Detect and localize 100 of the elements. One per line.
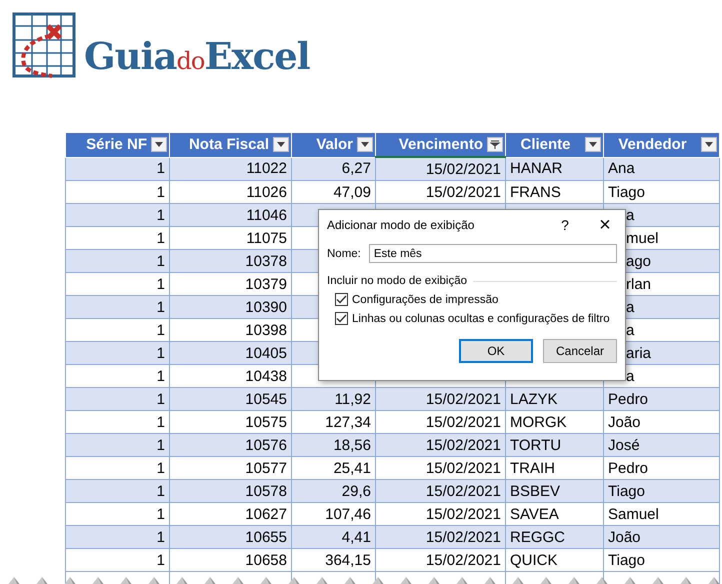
table-cell: José — [608, 436, 640, 454]
column-header: Valor — [292, 133, 376, 157]
table-cell: 18,56 — [333, 436, 371, 454]
table-cell: HANAR — [510, 160, 563, 178]
table-cell: Pedro — [608, 390, 648, 408]
table-cell-text: a — [625, 368, 634, 384]
group-label: Incluir no modo de exibição — [327, 275, 467, 287]
table-cell: 1 — [156, 276, 165, 292]
table-cell: 1 — [156, 436, 165, 454]
logo-text: Excel — [204, 34, 310, 78]
table-cell: Tiago — [608, 552, 645, 568]
table-cell: 10398 — [245, 322, 287, 338]
checkbox-label: Linhas ou colunas ocultas e configurações de filtro — [352, 312, 610, 324]
column-header: Cliente — [506, 133, 604, 157]
caret-icon — [155, 142, 163, 148]
column-header: Nota Fiscal — [170, 133, 292, 157]
table-cell-text: ago — [625, 252, 652, 270]
table-cell: 10658 — [245, 552, 287, 568]
table-cell: Ana — [608, 160, 635, 178]
checkbox-label: Configurações de impressão — [352, 294, 498, 306]
table-cell: MORGK — [510, 414, 567, 430]
table-cell: 15/02/2021 — [426, 552, 501, 568]
table-cell: 1 — [156, 368, 165, 384]
table-cell: 10379 — [245, 276, 287, 292]
table-cell: 1 — [156, 206, 165, 224]
name-field[interactable]: Este mês — [368, 244, 617, 263]
table-cell: 1 — [156, 184, 165, 200]
table-cell: 127,34 — [325, 414, 371, 430]
dropdown-button[interactable] — [357, 137, 373, 152]
table-cell: REGGC — [510, 528, 566, 546]
ok-button[interactable]: OK — [459, 339, 533, 363]
table-cell: 10390 — [245, 298, 287, 316]
column-header: Série NF — [66, 133, 170, 157]
logo-text: do — [176, 47, 204, 75]
table-cell: 15/02/2021 — [426, 460, 501, 476]
table-cell: 15/02/2021 — [426, 436, 501, 454]
table-cell: 15/02/2021 — [426, 160, 501, 178]
table-cell-text: a — [625, 298, 634, 316]
spreadsheet-logo-icon — [12, 12, 78, 80]
table-cell: 11046 — [246, 206, 287, 224]
table-cell: 1 — [156, 552, 165, 568]
dropdown-button[interactable] — [273, 137, 289, 152]
table-cell-text: aria — [625, 344, 652, 362]
close-button[interactable]: × — [585, 210, 625, 240]
table-cell: 1 — [156, 322, 165, 338]
table-cell: QUICK — [510, 552, 558, 568]
table-cell: 364,15 — [325, 552, 371, 568]
filter-icon — [490, 140, 500, 150]
table-cell: 10378 — [245, 252, 287, 270]
table-cell: TORTU — [510, 436, 562, 454]
table-cell: 10577 — [245, 460, 287, 476]
table-cell: 6,27 — [342, 160, 371, 178]
table-cell: Samuel — [608, 506, 659, 522]
checkbox[interactable] — [335, 293, 348, 306]
table-cell: 1 — [156, 298, 165, 316]
table-cell: 11075 — [246, 230, 287, 246]
dialog-title: Adicionar modo de exibição — [327, 218, 476, 232]
table-cell: 10405 — [245, 344, 287, 362]
table-cell: 15/02/2021 — [426, 482, 501, 500]
checkbox[interactable] — [335, 312, 348, 325]
table-cell: BSBEV — [510, 482, 560, 500]
table-cell: 1 — [156, 390, 165, 408]
filter-button[interactable] — [487, 137, 503, 152]
table-cell: 1 — [156, 160, 165, 178]
table-cell: 1 — [156, 506, 165, 522]
caret-icon — [361, 142, 369, 148]
table-cell: 11022 — [246, 160, 287, 178]
table-cell: 25,41 — [333, 460, 371, 476]
table-cell: Tiago — [608, 184, 645, 200]
table-cell: 1 — [156, 252, 165, 270]
table-cell: 1 — [156, 414, 165, 430]
table-cell-text: a — [625, 206, 634, 224]
table-cell: 10575 — [245, 414, 287, 430]
table-cell: 15/02/2021 — [426, 506, 501, 522]
help-button[interactable]: ? — [545, 210, 585, 240]
table-cell-text: a — [625, 322, 634, 338]
column-header: Vencimento — [376, 133, 506, 157]
dropdown-button[interactable] — [701, 137, 717, 152]
dropdown-button[interactable] — [151, 137, 167, 152]
caret-icon — [277, 142, 285, 148]
dropdown-button[interactable] — [585, 137, 601, 152]
column-header: Vendedor — [604, 133, 720, 157]
table-cell: TRAIH — [510, 460, 555, 476]
table-cell: 1 — [156, 344, 165, 362]
table-cell-text: muel — [625, 230, 659, 246]
table-cell: 15/02/2021 — [426, 414, 501, 430]
table-cell: 15/02/2021 — [426, 390, 501, 408]
table-cell: 4,41 — [342, 528, 371, 546]
table-cell: 1 — [156, 482, 165, 500]
cancel-button[interactable]: Cancelar — [543, 339, 617, 363]
table-cell: 10627 — [245, 506, 287, 522]
table-cell: 47,09 — [333, 184, 371, 200]
table-cell: SAVEA — [510, 506, 559, 522]
table-cell: João — [608, 528, 641, 546]
table-cell: Tiago — [608, 482, 645, 500]
table-cell: 11026 — [246, 184, 287, 200]
table-cell: 107,46 — [325, 506, 371, 522]
table-cell: FRANS — [510, 184, 561, 200]
table-cell: 10655 — [245, 528, 287, 546]
table-cell: 15/02/2021 — [426, 184, 501, 200]
